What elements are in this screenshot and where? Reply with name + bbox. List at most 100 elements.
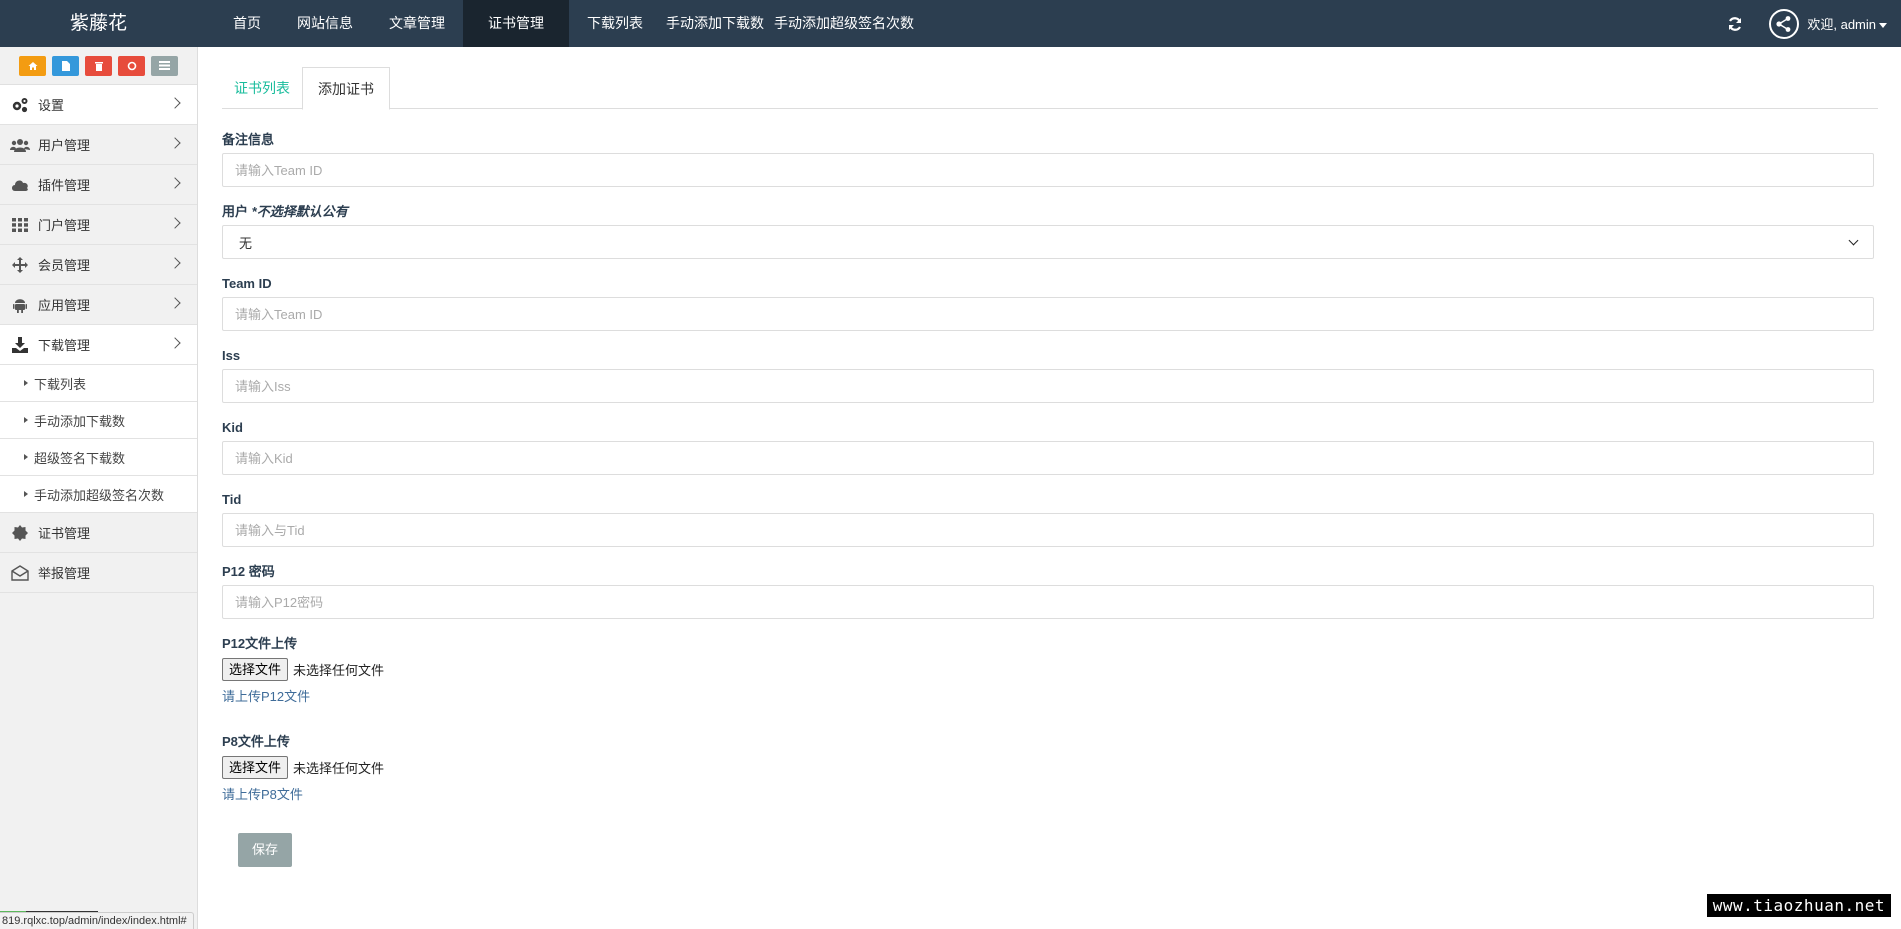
kid-input[interactable]	[222, 441, 1874, 475]
p8-file-status: 未选择任何文件	[293, 760, 385, 776]
p12-file-choose-button[interactable]: 选择文件	[222, 657, 289, 681]
sidebar-item-label: 应用管理	[38, 298, 91, 313]
tid-input[interactable]	[222, 513, 1874, 547]
sidebar-item-label: 门户管理	[38, 218, 91, 233]
sidebar-item-label: 用户管理	[38, 138, 91, 153]
sidebar-subitem-download-list[interactable]: 下载列表	[0, 365, 197, 402]
kid-group: Kid	[222, 421, 1878, 475]
chevron-right-icon	[169, 257, 181, 269]
refresh-icon[interactable]	[1725, 14, 1745, 34]
team-id-label: Team ID	[222, 276, 272, 291]
move-icon	[10, 256, 30, 274]
user-select[interactable]: 无	[222, 225, 1874, 259]
sidebar-subitem-label: 下载列表	[34, 376, 87, 392]
welcome-text: 欢迎, admin	[1807, 17, 1876, 32]
main-content: 证书列表 添加证书 备注信息 用户 *不选择默认公有 无 Team ID Iss…	[222, 47, 1878, 867]
remark-group: 备注信息	[222, 133, 1878, 187]
top-navbar: 紫藤花 首页 网站信息 文章管理 证书管理 下载列表 手动添加下载数 手动添加超…	[0, 0, 1901, 47]
caret-down-icon	[1879, 23, 1887, 29]
sidebar-subitem-label: 手动添加超级签名次数	[34, 487, 165, 503]
list-icon[interactable]	[151, 55, 178, 76]
sidebar-item-downloads[interactable]: 下载管理	[0, 325, 197, 365]
sidebar-item-label: 下载管理	[38, 338, 91, 353]
iss-group: Iss	[222, 349, 1878, 403]
tab-add-certificate[interactable]: 添加证书	[302, 67, 390, 110]
nav-downloads[interactable]: 下载列表	[569, 0, 661, 47]
sidebar-item-reports[interactable]: 举报管理	[0, 553, 197, 593]
sidebar-item-label: 会员管理	[38, 258, 91, 273]
caret-right-icon	[24, 491, 28, 497]
watermark: www.tiaozhuan.net	[1706, 894, 1891, 917]
p12-password-input[interactable]	[222, 585, 1874, 619]
save-button[interactable]: 保存	[238, 833, 292, 867]
tab-bar: 证书列表 添加证书	[222, 67, 1878, 110]
sidebar-item-members[interactable]: 会员管理	[0, 245, 197, 285]
p8-file-help: 请上传P8文件	[222, 787, 303, 802]
caret-right-icon	[24, 380, 28, 386]
nav-home[interactable]: 首页	[215, 0, 279, 47]
chevron-right-icon	[169, 177, 181, 189]
certificate-icon	[10, 524, 30, 542]
android-icon	[10, 296, 30, 314]
nav-articles[interactable]: 文章管理	[371, 0, 463, 47]
chevron-right-icon	[169, 297, 181, 309]
p8-file-choose-button[interactable]: 选择文件	[222, 755, 289, 779]
grid-icon	[10, 216, 30, 234]
user-menu[interactable]: 欢迎, admin	[1807, 14, 1887, 33]
sidebar-item-apps[interactable]: 应用管理	[0, 285, 197, 325]
recycle-icon[interactable]	[118, 55, 145, 76]
sidebar-item-settings[interactable]: 设置	[0, 85, 197, 125]
sidebar: 设置 用户管理 插件管理 门户管理 会员管理 应用管理 下载管理 下载列表 手动…	[0, 47, 198, 929]
avatar[interactable]	[1769, 8, 1800, 39]
iss-input[interactable]	[222, 369, 1874, 403]
p12-file-label: P12文件上传	[222, 636, 298, 651]
team-id-input[interactable]	[222, 297, 1874, 331]
trash-icon[interactable]	[85, 55, 112, 76]
sidebar-item-portal[interactable]: 门户管理	[0, 205, 197, 245]
remark-input[interactable]	[222, 153, 1874, 187]
kid-label: Kid	[222, 420, 243, 435]
chevron-right-icon	[169, 137, 181, 149]
user-label: 用户 *不选择默认公有	[222, 205, 1878, 219]
p12-password-group: P12 密码	[222, 565, 1878, 619]
home-icon[interactable]	[19, 55, 46, 76]
sidebar-item-users[interactable]: 用户管理	[0, 125, 197, 165]
chevron-down-icon	[1848, 235, 1859, 245]
sidebar-subitem-label: 手动添加下载数	[34, 413, 126, 429]
sidebar-subitem-super-sign-downloads[interactable]: 超级签名下载数	[0, 439, 197, 476]
tid-group: Tid	[222, 493, 1878, 547]
chevron-right-icon	[169, 97, 181, 109]
nav-site-info[interactable]: 网站信息	[279, 0, 371, 47]
sidebar-item-label: 设置	[38, 98, 65, 113]
p8-file-group: P8文件上传 选择文件 未选择任何文件 请上传P8文件	[222, 735, 1878, 803]
chevron-right-icon	[169, 337, 181, 349]
caret-right-icon	[24, 417, 28, 423]
team-id-group: Team ID	[222, 277, 1878, 331]
nav-add-downloads[interactable]: 手动添加下载数	[661, 0, 769, 47]
p12-file-group: P12文件上传 选择文件 未选择任何文件 请上传P12文件	[222, 637, 1878, 705]
sidebar-item-label: 举报管理	[38, 566, 91, 581]
nav-certificates[interactable]: 证书管理	[463, 0, 569, 47]
download-icon	[10, 336, 30, 354]
main-nav: 首页 网站信息 文章管理 证书管理 下载列表 手动添加下载数 手动添加超级签名次…	[215, 0, 919, 47]
p8-file-label: P8文件上传	[222, 734, 290, 749]
sidebar-subitem-label: 超级签名下载数	[34, 450, 126, 466]
nav-add-super-sign[interactable]: 手动添加超级签名次数	[769, 0, 919, 47]
user-label-note: *不选择默认公有	[251, 204, 348, 219]
iss-label: Iss	[222, 348, 241, 363]
tab-certificate-list[interactable]: 证书列表	[222, 67, 302, 109]
sidebar-subitem-add-super-sign[interactable]: 手动添加超级签名次数	[0, 476, 197, 513]
sidebar-item-plugins[interactable]: 插件管理	[0, 165, 197, 205]
sidebar-item-certificates[interactable]: 证书管理	[0, 513, 197, 553]
p12-password-label: P12 密码	[222, 564, 275, 579]
chevron-right-icon	[169, 217, 181, 229]
cloud-icon	[10, 176, 30, 194]
file-icon[interactable]	[52, 55, 79, 76]
tid-label: Tid	[222, 492, 242, 507]
brand-logo[interactable]: 紫藤花	[0, 0, 197, 47]
user-label-text: 用户	[222, 204, 249, 219]
caret-right-icon	[24, 454, 28, 460]
users-icon	[10, 136, 30, 154]
sidebar-subitem-add-downloads[interactable]: 手动添加下载数	[0, 402, 197, 439]
user-select-value: 无	[239, 235, 253, 251]
